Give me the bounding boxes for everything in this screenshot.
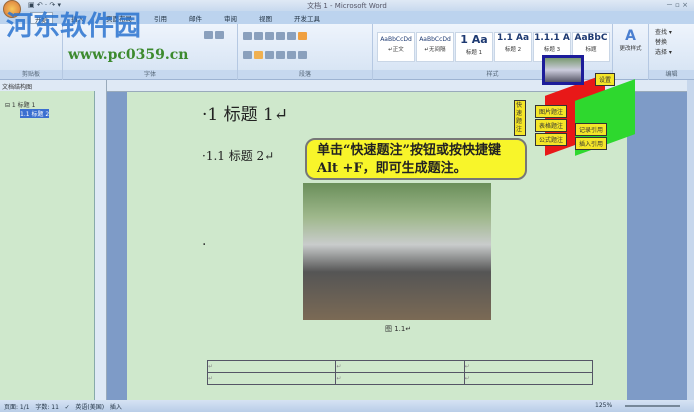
change-styles-icon: A (625, 28, 636, 44)
table-cell[interactable]: ↵ (463, 360, 594, 373)
style-heading-1[interactable]: 1 Aa 标题 1 (455, 32, 493, 62)
proofing-icon[interactable]: ✓ (65, 404, 70, 411)
style-preview: 1.1.1 A (534, 33, 570, 43)
shading-icon[interactable] (298, 51, 307, 59)
watermark-logo: 河东软件园 (6, 11, 141, 42)
document-photo[interactable] (303, 183, 491, 320)
zoom-level[interactable]: 125% (595, 402, 612, 409)
bullets-icon[interactable] (243, 32, 252, 40)
change-styles-label: 更改样式 (619, 46, 642, 52)
style-preview: AaBbCcDd (419, 36, 451, 43)
vertical-scrollbar[interactable] (687, 80, 694, 400)
editing-group: 查找 ▾ 替换 选择 ▾ 编辑 (649, 24, 694, 80)
indent-icon[interactable] (276, 32, 285, 40)
find-button[interactable]: 查找 ▾ (655, 28, 688, 38)
thumbnail-image (542, 55, 584, 85)
overlay-red-1[interactable]: 表格题注 (535, 119, 568, 132)
heading-2[interactable]: ·1.1 标题 2↵ (202, 147, 274, 164)
style-name: 标题 2 (504, 47, 522, 53)
vertical-ruler (95, 80, 107, 400)
overlay-red-0[interactable]: 图片题注 (535, 105, 568, 118)
group-label: 剪贴板 (0, 70, 62, 79)
status-bar: 页面: 1/1 字数: 11 ✓ 英语(美国) 插入 125% (0, 400, 694, 412)
zoom-slider[interactable] (625, 405, 680, 407)
paragraph-group: 段落 (238, 24, 373, 80)
quick-parts-illustration: 设置 快速题注 图片题注 表格题注 公式题注 记录引用 插入引用 (514, 55, 640, 156)
show-marks-icon[interactable] (298, 32, 307, 40)
document-map-pane: 文档结构图 ⊟ 1 标题 1 1.1 标题 2 (0, 80, 95, 400)
overlay-green-0[interactable]: 记录引用 (575, 123, 608, 136)
document-map-title: 文档结构图 (0, 80, 95, 91)
overlay-red-2[interactable]: 公式题注 (535, 133, 568, 146)
heading-1[interactable]: ·1 标题 1↵ (202, 100, 288, 125)
style-preview: 1.1 Aa (496, 33, 530, 43)
font-color-icon[interactable] (204, 31, 213, 39)
window-controls[interactable]: － ▫ × (666, 0, 688, 10)
table-cell[interactable]: ↵ (335, 360, 465, 373)
group-label: 段落 (238, 70, 372, 79)
quick-caption-label[interactable]: 快速题注 (514, 100, 526, 136)
style-name: 标题 3 (543, 47, 561, 53)
watermark-url: www.pc0359.cn (68, 47, 189, 63)
select-button[interactable]: 选择 ▾ (655, 48, 688, 58)
align-left-icon[interactable] (243, 51, 252, 59)
tutorial-callout: 单击“快速题注”按钮或按快捷键 Alt +F，即可生成题注。 (305, 138, 527, 180)
line-spacing-icon[interactable] (287, 51, 296, 59)
style-name: ↵无间隔 (424, 47, 446, 53)
multilevel-icon[interactable] (265, 32, 274, 40)
align-center-icon[interactable] (254, 51, 263, 59)
bullet-marker: · (202, 237, 207, 253)
char-border-icon[interactable] (215, 31, 224, 39)
tab-mailings[interactable]: 邮件 (185, 12, 206, 24)
style-preview: 1 Aa (460, 33, 488, 46)
group-label: 字体 (63, 70, 237, 79)
insert-mode[interactable]: 插入 (110, 404, 122, 411)
style-preview: AaBbCcDd (380, 36, 412, 43)
table-row: ↵ ↵ ↵ (206, 372, 594, 385)
overlay-green-1[interactable]: 插入引用 (575, 137, 608, 150)
document-table[interactable]: ↵ ↵ ↵ ↵ ↵ ↵ (206, 360, 594, 385)
tab-references[interactable]: 引用 (150, 12, 171, 24)
group-label: 编辑 (649, 70, 694, 79)
style-normal[interactable]: AaBbCcDd ↵正文 (377, 32, 415, 62)
table-cell[interactable]: ↵ (335, 372, 465, 385)
tab-review[interactable]: 审阅 (220, 12, 241, 24)
table-row: ↵ ↵ ↵ (206, 360, 594, 373)
tab-view[interactable]: 视图 (255, 12, 276, 24)
nav-item-heading-1[interactable]: ⊟ 1 标题 1 (5, 100, 35, 109)
numbering-icon[interactable] (254, 32, 263, 40)
align-right-icon[interactable] (265, 51, 274, 59)
figure-caption[interactable]: 图 1.1↵ (385, 324, 411, 334)
style-preview: AaBbC (574, 33, 608, 43)
sort-icon[interactable] (287, 32, 296, 40)
style-name: ↵正文 (388, 47, 404, 53)
table-cell[interactable]: ↵ (463, 372, 594, 385)
style-name: 标题 (585, 47, 597, 53)
style-name: 标题 1 (465, 50, 483, 56)
justify-icon[interactable] (276, 51, 285, 59)
settings-label[interactable]: 设置 (595, 73, 616, 86)
table-cell[interactable]: ↵ (206, 360, 337, 373)
style-no-spacing[interactable]: AaBbCcDd ↵无间隔 (416, 32, 454, 62)
nav-item-heading-2[interactable]: 1.1 标题 2 (20, 109, 50, 118)
table-cell[interactable]: ↵ (206, 372, 337, 385)
replace-button[interactable]: 替换 (655, 38, 688, 48)
page-count[interactable]: 页面: 1/1 (4, 404, 30, 411)
language[interactable]: 英语(美国) (75, 404, 104, 411)
tab-developer[interactable]: 开发工具 (290, 12, 324, 24)
word-count[interactable]: 字数: 11 (35, 404, 59, 411)
